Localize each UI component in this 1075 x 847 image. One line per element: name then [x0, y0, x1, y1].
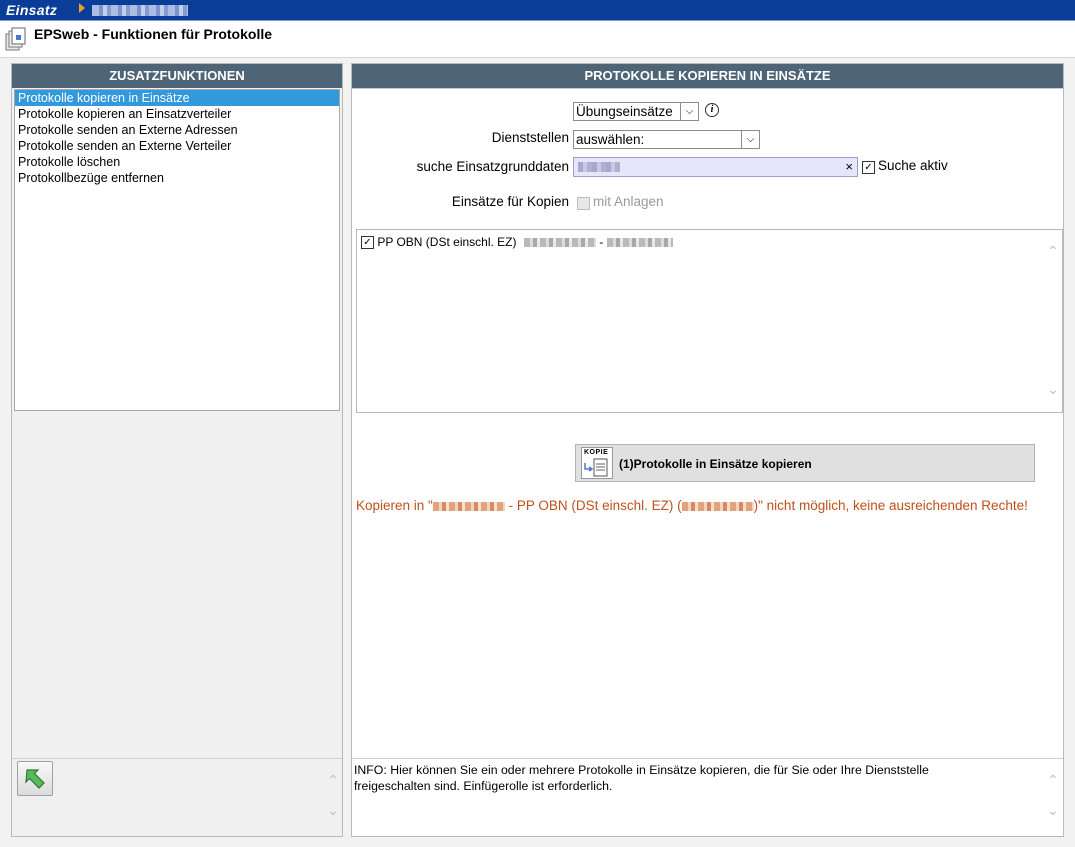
copy-protocols-button[interactable]: KOPIE (1)Protokolle in Einsätze kopieren [575, 444, 1035, 482]
chevron-up-icon[interactable]: ⌃ [1046, 773, 1060, 787]
info-icon[interactable]: i [705, 103, 719, 117]
list-item[interactable]: ✓ PP OBN (DSt einschl. EZ) - [361, 235, 673, 250]
additional-functions-panel: ZUSATZFUNKTIONEN Protokolle kopieren in … [11, 63, 343, 837]
copy-document-icon: KOPIE [581, 447, 613, 479]
breadcrumb-blurred[interactable] [92, 5, 188, 16]
warning-middle: - PP OBN (DSt einschl. EZ) ( [504, 498, 682, 513]
chevron-up-icon[interactable]: ⌃ [326, 773, 340, 787]
panel-header: ZUSATZFUNKTIONEN [12, 64, 342, 88]
operation-type-value: Übungseinsätze [576, 104, 673, 119]
search-active-checkbox[interactable]: ✓ [862, 161, 875, 174]
chevron-down-icon[interactable]: ⌄ [1046, 382, 1060, 396]
warning-prefix: Kopieren in " [356, 498, 433, 513]
function-item-send-external-addresses[interactable]: Protokolle senden an Externe Adressen [15, 122, 339, 138]
warning-id-blurred [681, 501, 754, 511]
function-item-copy-to-distribution[interactable]: Protokolle kopieren an Einsatzverteiler [15, 106, 339, 122]
warning-name-blurred [432, 501, 505, 511]
left-footer: ⌃ ⌄ [12, 758, 342, 837]
dienststellen-select[interactable]: auswählen: ⌵ [573, 130, 760, 149]
copy-protocols-panel: PROTOKOLLE KOPIEREN IN EINSÄTZE Übungsei… [351, 63, 1064, 837]
operation-type-select[interactable]: Übungseinsätze ⌵ [573, 102, 699, 121]
operation-label: PP OBN (DSt einschl. EZ) [377, 235, 517, 249]
function-item-delete[interactable]: Protokolle löschen [15, 154, 339, 170]
chevron-up-icon[interactable]: ⌃ [1046, 244, 1060, 258]
operation-id-blurred [606, 238, 673, 248]
chevron-down-icon: ⌵ [741, 131, 759, 148]
dienststellen-value: auswählen: [576, 132, 645, 147]
copy-button-label: (1)Protokolle in Einsätze kopieren [619, 457, 812, 471]
top-navigation-bar: Einsatz [0, 0, 1075, 21]
function-item-copy-to-operations[interactable]: Protokolle kopieren in Einsätze [15, 90, 339, 106]
document-stack-icon [5, 27, 26, 51]
search-input[interactable]: × [573, 157, 858, 177]
operation-separator: - [599, 235, 604, 249]
warning-suffix: )" nicht möglich, keine ausreichenden Re… [753, 498, 1028, 513]
search-active-label: Suche aktiv [878, 158, 948, 173]
function-item-remove-references[interactable]: Protokollbezüge entfernen [15, 170, 339, 186]
back-arrow-icon [25, 769, 45, 789]
clear-icon[interactable]: × [845, 159, 853, 174]
kopien-label: Einsätze für Kopien [451, 194, 569, 209]
breadcrumb-arrow-icon [79, 3, 85, 13]
functions-list[interactable]: Protokolle kopieren in Einsätze Protokol… [14, 89, 340, 411]
chevron-down-icon: ⌵ [680, 103, 698, 120]
info-text: INFO: Hier können Sie ein oder mehrere P… [354, 763, 929, 793]
with-attachments-checkbox[interactable] [577, 197, 590, 210]
panel-header: PROTOKOLLE KOPIEREN IN EINSÄTZE [352, 64, 1063, 89]
operations-list[interactable]: ✓ PP OBN (DSt einschl. EZ) - ⌃ ⌄ [356, 229, 1063, 413]
search-value-blurred [578, 162, 620, 172]
chevron-down-icon[interactable]: ⌄ [1046, 803, 1060, 817]
dienststellen-label: Dienststellen [491, 130, 569, 145]
operation-checkbox[interactable]: ✓ [361, 236, 374, 250]
function-item-send-external-distribution[interactable]: Protokolle senden an Externe Verteiler [15, 138, 339, 154]
app-name[interactable]: Einsatz [6, 2, 57, 18]
info-footer: INFO: Hier können Sie ein oder mehrere P… [352, 758, 1063, 837]
operation-name-blurred [523, 238, 596, 248]
with-attachments-label: mit Anlagen [593, 194, 664, 209]
page-title: EPSweb - Funktionen für Protokolle [34, 26, 273, 42]
page-header: EPSweb - Funktionen für Protokolle [0, 21, 1075, 58]
copy-icon-text: KOPIE [584, 449, 609, 456]
search-label: suche Einsatzgrunddaten [416, 159, 569, 174]
back-button[interactable] [17, 761, 53, 796]
chevron-down-icon[interactable]: ⌄ [326, 803, 340, 817]
permission-warning: Kopieren in " - PP OBN (DSt einschl. EZ)… [356, 498, 1028, 513]
